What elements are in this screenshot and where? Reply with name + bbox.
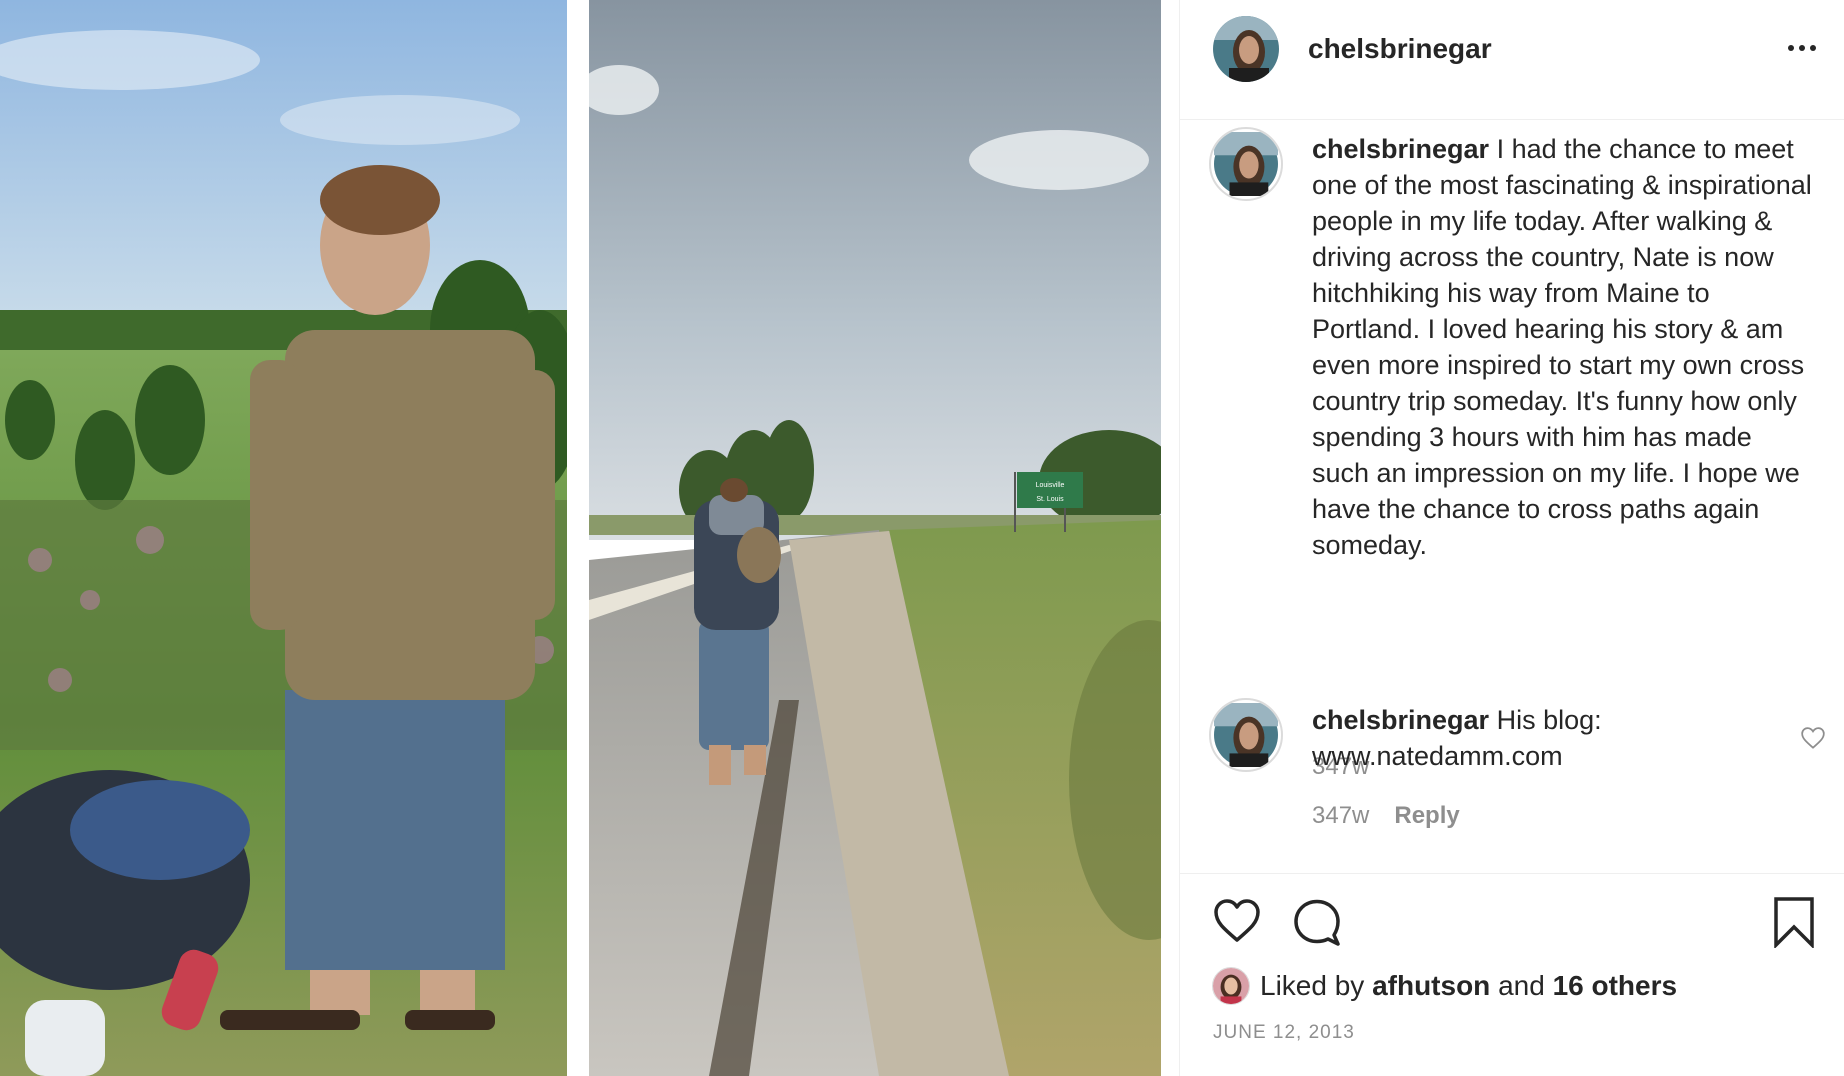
post-actions: Liked by afhutson and 16 others JUNE 12,… [1180,873,1844,1076]
caption-username[interactable]: chelsbrinegar [1312,134,1489,164]
post-date[interactable]: JUNE 12, 2013 [1213,1022,1355,1044]
comment-bubble-icon[interactable] [1292,897,1342,947]
comment-meta: 347w Reply [1312,802,1460,830]
liker-avatar[interactable] [1212,967,1250,1005]
sign-text-2: St. Louis [1036,496,1064,503]
liked-others-link[interactable]: 16 others [1553,970,1678,1002]
post-panel: chelsbrinegar chelsbrinegar I had the ch… [1179,0,1844,1076]
more-dot [1788,45,1794,51]
author-username[interactable]: chelsbrinegar [1308,33,1492,65]
photo-hitchhiker-highway: Louisville St. Louis [589,0,1161,1076]
more-options-icon[interactable] [1784,36,1820,60]
caption-body: I had the chance to meet one of the most… [1312,134,1812,560]
liked-and: and [1490,970,1553,1001]
sign-text-1: Louisville [1036,482,1065,489]
author-avatar[interactable] [1213,16,1279,82]
caption-text: chelsbrinegar I had the chance to meet o… [1312,131,1812,563]
like-heart-icon[interactable] [1212,898,1262,944]
photo-man-in-field [0,0,567,1076]
comment-username[interactable]: chelsbrinegar [1312,705,1489,735]
post-media[interactable]: Louisville St. Louis [0,0,1179,1076]
comment-time[interactable]: 347w [1312,802,1369,830]
more-dot [1799,45,1805,51]
post-header: chelsbrinegar [1180,0,1844,120]
comment-item: chelsbrinegar His blog: www.natedamm.com… [1180,698,1844,830]
comment-avatar[interactable] [1209,698,1283,772]
liked-by-row: Liked by afhutson and 16 others [1212,966,1677,1006]
caption-avatar[interactable] [1209,127,1283,201]
more-dot [1810,45,1816,51]
liked-prefix: Liked by [1260,970,1373,1001]
liked-user-link[interactable]: afhutson [1372,970,1490,1002]
comment-text: chelsbrinegar His blog: www.natedamm.com [1312,702,1812,774]
caption-comment: chelsbrinegar I had the chance to meet o… [1180,127,1844,780]
comment-like-heart-icon[interactable] [1800,726,1826,750]
reply-button[interactable]: Reply [1394,802,1459,830]
bookmark-icon[interactable] [1772,896,1816,948]
